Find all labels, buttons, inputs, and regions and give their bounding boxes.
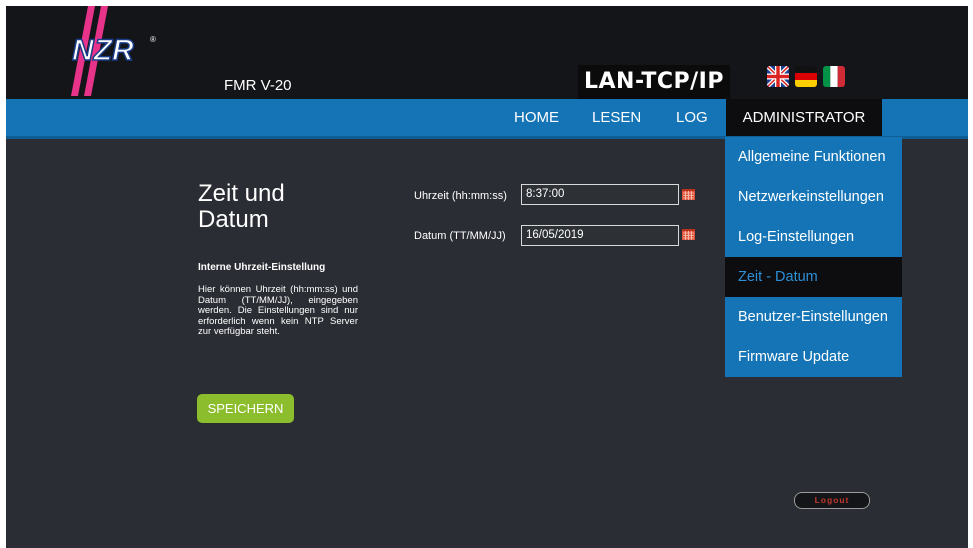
- main-nav: HOME LESEN LOG ADMINISTRATOR: [6, 99, 968, 139]
- menu-item-benutzer-einstellungen[interactable]: Benutzer-Einstellungen: [725, 297, 902, 337]
- english-flag-icon[interactable]: [767, 66, 789, 87]
- section-subtitle: Interne Uhrzeit-Einstellung: [198, 262, 326, 273]
- page-title: Zeit und Datum: [198, 181, 285, 233]
- time-input[interactable]: [521, 184, 679, 205]
- section-description: Hier können Uhrzeit (hh:mm:ss) und Datum…: [198, 284, 358, 337]
- menu-item-netzwerkeinstellungen[interactable]: Netzwerkeinstellungen: [725, 177, 902, 217]
- protocol-label: LAN-TCP/IP: [578, 65, 730, 99]
- header-bar: NZR ® FMR V-20 LAN-TCP/IP: [6, 6, 968, 99]
- page-title-line-2: Datum: [198, 206, 269, 233]
- svg-text:®: ®: [150, 35, 156, 44]
- nav-log[interactable]: LOG: [676, 99, 708, 136]
- nav-lesen[interactable]: LESEN: [592, 99, 641, 136]
- date-label: Datum (TT/MM/JJ): [414, 230, 506, 242]
- logo-text: NZR: [72, 34, 134, 67]
- date-input[interactable]: [521, 225, 679, 246]
- save-button[interactable]: SPEICHERN: [197, 394, 294, 423]
- menu-item-allgemeine-funktionen[interactable]: Allgemeine Funktionen: [725, 137, 902, 177]
- date-calendar-icon[interactable]: [682, 229, 695, 240]
- menu-item-log-einstellungen[interactable]: Log-Einstellungen: [725, 217, 902, 257]
- menu-item-zeit-datum[interactable]: Zeit - Datum: [725, 257, 902, 297]
- page-title-line-1: Zeit und: [198, 180, 285, 207]
- nav-home[interactable]: HOME: [514, 99, 559, 136]
- app-frame: NZR ® FMR V-20 LAN-TCP/IP HOME LESEN LOG…: [6, 6, 968, 548]
- nav-administrator[interactable]: ADMINISTRATOR: [726, 99, 882, 136]
- german-flag-icon[interactable]: [795, 66, 817, 87]
- time-label: Uhrzeit (hh:mm:ss): [414, 190, 507, 202]
- model-name: FMR V-20: [224, 77, 292, 94]
- admin-dropdown-menu: Allgemeine Funktionen Netzwerkeinstellun…: [725, 137, 902, 377]
- italian-flag-icon[interactable]: [823, 66, 845, 87]
- time-calendar-icon[interactable]: [682, 189, 695, 200]
- nzr-logo[interactable]: NZR ®: [58, 6, 168, 96]
- menu-item-firmware-update[interactable]: Firmware Update: [725, 337, 902, 377]
- logout-button[interactable]: Logout: [794, 492, 870, 509]
